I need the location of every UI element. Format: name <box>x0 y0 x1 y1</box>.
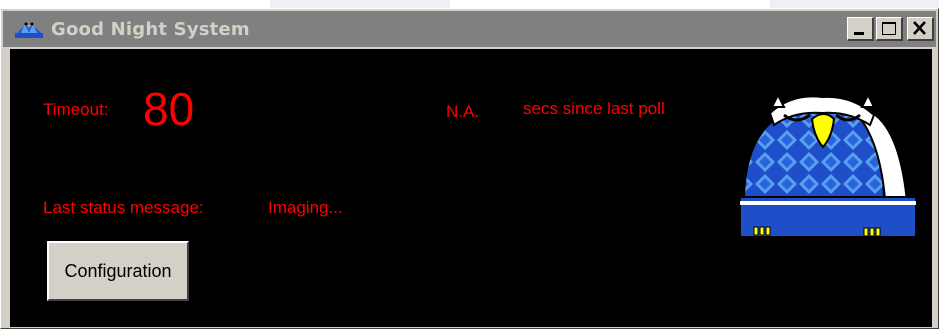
configuration-button[interactable]: Configuration <box>47 241 189 301</box>
desktop-background <box>450 0 770 8</box>
poll-value: N.A. <box>446 102 480 121</box>
minimize-icon <box>854 32 864 35</box>
poll-label: secs since last poll <box>523 99 665 118</box>
app-window: Good Night System Timeout: 80 N.A. secs … <box>0 8 939 329</box>
timeout-label: Timeout: <box>43 100 109 119</box>
status-panel: Timeout: 80 N.A. secs since last poll La… <box>10 49 932 327</box>
close-icon <box>913 21 926 35</box>
status-message-label: Last status message: <box>43 198 204 217</box>
observatory-app-icon <box>15 22 43 38</box>
status-message-value: Imaging... <box>268 198 343 217</box>
desktop-background <box>0 0 270 8</box>
timeout-value: 80 <box>143 83 195 135</box>
minimize-button[interactable] <box>847 17 874 41</box>
window-title: Good Night System <box>51 18 250 40</box>
title-bar[interactable]: Good Night System <box>3 11 936 47</box>
maximize-button[interactable] <box>876 17 903 41</box>
observatory-owl-image <box>739 92 917 238</box>
close-button[interactable] <box>907 17 934 41</box>
maximize-icon <box>882 22 896 35</box>
